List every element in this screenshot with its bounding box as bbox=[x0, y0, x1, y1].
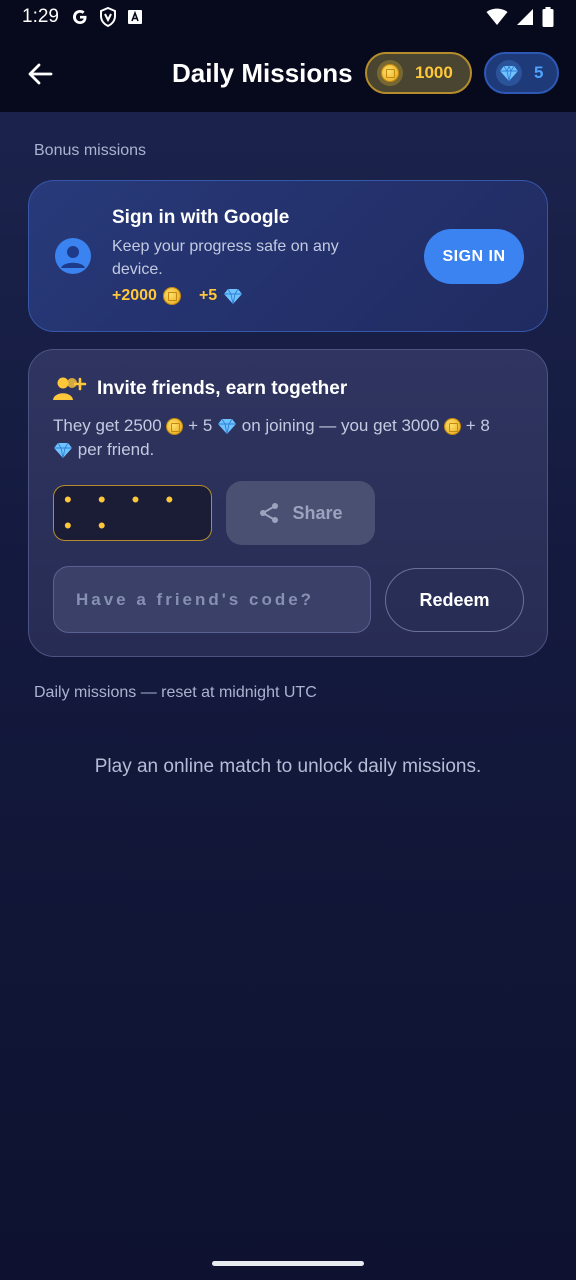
coin-balance-pill[interactable]: 1000 bbox=[365, 52, 472, 94]
gem-balance-pill[interactable]: 5 bbox=[484, 52, 559, 94]
share-button[interactable]: Share bbox=[226, 481, 375, 545]
coin-balance: 1000 bbox=[415, 63, 453, 82]
redeem-button[interactable]: Redeem bbox=[385, 568, 524, 632]
friend-code-input[interactable] bbox=[53, 566, 371, 633]
gem-reward-amount: +5 bbox=[198, 287, 218, 304]
sign-in-button[interactable]: SIGN IN bbox=[424, 229, 524, 284]
signal-icon bbox=[516, 8, 534, 26]
invite-desc-text: They get 2500 bbox=[53, 416, 162, 435]
shield-icon bbox=[99, 7, 117, 27]
coin-icon bbox=[162, 287, 181, 305]
google-g-icon bbox=[71, 8, 89, 26]
page-title: Daily Missions bbox=[172, 58, 353, 88]
share-icon bbox=[260, 503, 279, 523]
add-friend-icon bbox=[53, 376, 87, 407]
daily-missions-empty-message: Play an online match to unlock daily mis… bbox=[94, 756, 482, 777]
status-bar: 1:29 bbox=[0, 0, 576, 34]
font-a-icon bbox=[127, 9, 143, 25]
app-bar: Daily Missions 1000 5 bbox=[0, 34, 576, 112]
back-button[interactable] bbox=[22, 56, 58, 92]
coin-icon bbox=[444, 418, 462, 436]
back-arrow-icon bbox=[28, 63, 53, 85]
invite-desc-text: per friend. bbox=[77, 440, 155, 459]
wifi-icon bbox=[486, 8, 508, 26]
coin-icon bbox=[166, 418, 184, 436]
bonus-missions-label: Bonus missions bbox=[34, 142, 147, 159]
gem-icon bbox=[224, 288, 243, 304]
gem-icon bbox=[218, 418, 237, 435]
home-indicator[interactable] bbox=[212, 1261, 364, 1266]
account-avatar-icon bbox=[55, 238, 91, 274]
battery-icon bbox=[542, 7, 554, 27]
google-signin-description: Keep your progress safe on any device. bbox=[112, 238, 339, 278]
coin-reward-amount: +2000 bbox=[112, 287, 157, 304]
invite-desc-text: + 8 bbox=[465, 416, 490, 435]
invite-title: Invite friends, earn together bbox=[97, 378, 348, 399]
gem-icon bbox=[54, 442, 72, 459]
invite-desc-text: on joining — you get 3000 bbox=[241, 416, 440, 435]
gem-balance: 5 bbox=[534, 63, 544, 82]
coin-icon bbox=[381, 64, 399, 82]
invite-description: They get 2500 + 5 on joining — you get 3… bbox=[53, 414, 533, 462]
status-time: 1:29 bbox=[22, 6, 59, 27]
google-signin-reward: +2000 +5 bbox=[112, 287, 243, 305]
gem-icon bbox=[500, 64, 518, 81]
share-label: Share bbox=[292, 502, 343, 523]
daily-missions-label: Daily missions — reset at midnight UTC bbox=[34, 684, 317, 701]
invite-desc-text: + 5 bbox=[188, 416, 213, 435]
invite-friends-card: Invite friends, earn together They get 2… bbox=[28, 349, 548, 657]
google-signin-card: Sign in with Google Keep your progress s… bbox=[28, 180, 548, 332]
google-signin-title: Sign in with Google bbox=[112, 207, 290, 228]
gem-icon-wrap bbox=[496, 60, 522, 86]
referral-code-box[interactable]: • • • • • • bbox=[53, 485, 212, 541]
coin-icon-wrap bbox=[377, 60, 403, 86]
